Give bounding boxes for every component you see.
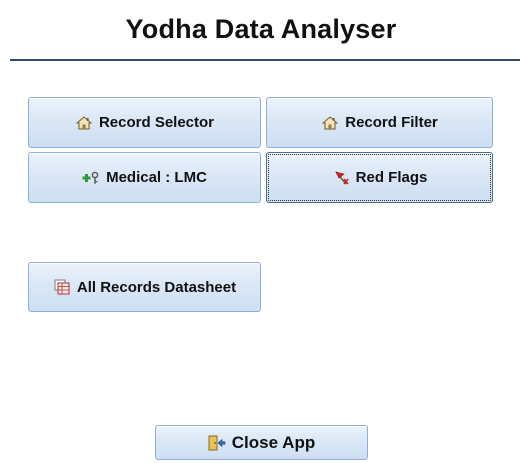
- home-icon: [75, 115, 93, 131]
- close-app-button[interactable]: Close App: [155, 425, 368, 460]
- home-icon: [321, 115, 339, 131]
- red-flag-icon: [332, 170, 350, 186]
- record-selector-button[interactable]: Record Selector: [28, 97, 261, 148]
- medical-key-icon: [82, 170, 100, 186]
- title-divider: [10, 59, 520, 61]
- all-records-datasheet-label: All Records Datasheet: [76, 278, 237, 296]
- exit-door-icon: [208, 435, 226, 451]
- close-app-label: Close App: [231, 432, 316, 452]
- datasheet-icon: [53, 279, 71, 295]
- red-flags-label: Red Flags: [355, 169, 428, 186]
- page-title: Yodha Data Analyser: [125, 14, 397, 44]
- red-flags-button[interactable]: Red Flags: [266, 152, 493, 203]
- all-records-datasheet-button[interactable]: All Records Datasheet: [28, 262, 261, 312]
- record-selector-label: Record Selector: [98, 114, 215, 131]
- record-filter-button[interactable]: Record Filter: [266, 97, 493, 148]
- medical-lmc-label: Medical : LMC: [106, 169, 207, 186]
- record-filter-label: Record Filter: [345, 114, 438, 131]
- medical-lmc-button[interactable]: Medical : LMC: [28, 152, 261, 203]
